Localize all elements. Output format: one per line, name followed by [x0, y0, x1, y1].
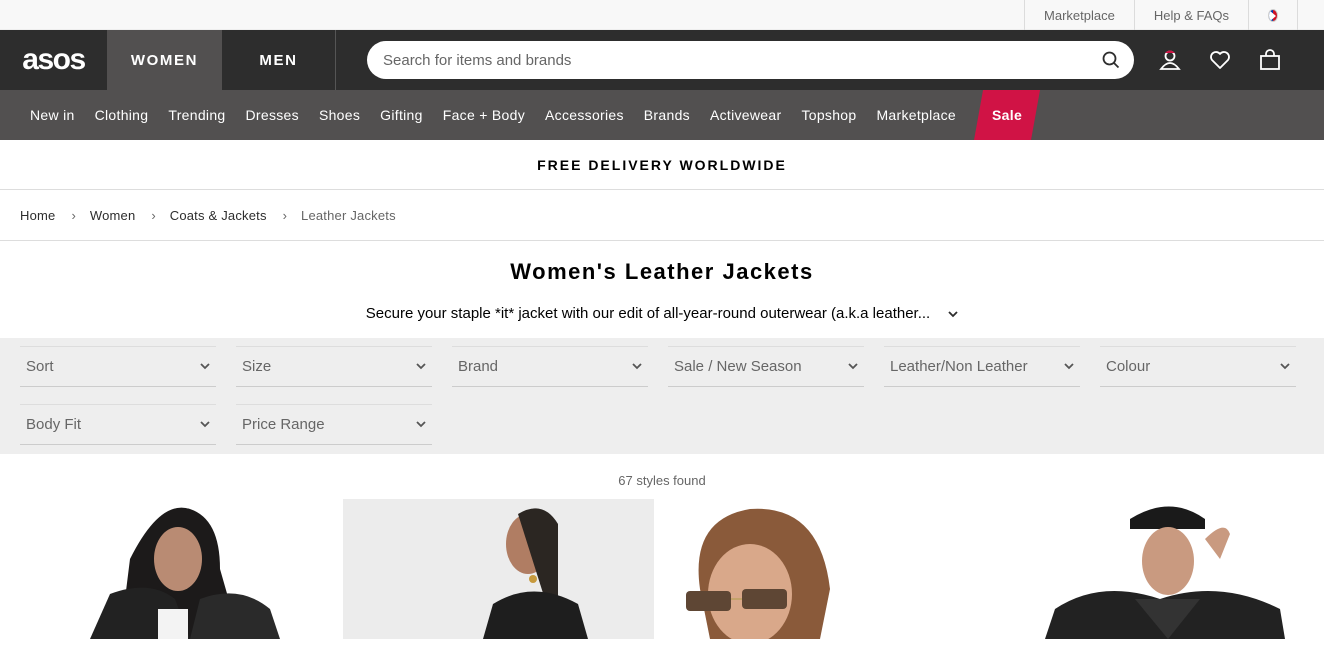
women-tab[interactable]: WOMEN: [107, 30, 222, 90]
filter-label: Leather/Non Leather: [890, 358, 1028, 375]
product-image[interactable]: [70, 499, 310, 639]
nav-sale[interactable]: Sale: [974, 90, 1040, 140]
filter-size[interactable]: Size: [236, 346, 432, 387]
chevron-down-icon: [416, 363, 426, 370]
utility-bar: Marketplace Help & FAQs: [0, 0, 1324, 30]
breadcrumb-home[interactable]: Home: [20, 208, 55, 223]
chevron-right-icon: ›: [71, 207, 76, 223]
chevron-right-icon: ›: [151, 207, 156, 223]
promo-banner[interactable]: FREE DELIVERY WORLDWIDE: [0, 140, 1324, 190]
chevron-down-icon: [848, 363, 858, 370]
account-icon[interactable]: [1156, 46, 1184, 74]
breadcrumb-women[interactable]: Women: [90, 208, 136, 223]
chevron-down-icon: [200, 363, 210, 370]
bag-icon[interactable]: [1256, 46, 1284, 74]
filter-panel: Sort Size Brand Sale / New Season Leathe…: [0, 338, 1324, 454]
search-icon[interactable]: [1102, 51, 1120, 69]
product-image[interactable]: [680, 499, 860, 639]
search-bar: [367, 41, 1134, 79]
chevron-down-icon: [1280, 363, 1290, 370]
chevron-down-icon[interactable]: [948, 305, 958, 322]
chevron-down-icon: [1064, 363, 1074, 370]
nav-shoes[interactable]: Shoes: [309, 90, 370, 140]
filter-label: Price Range: [242, 416, 325, 433]
chevron-down-icon: [200, 421, 210, 428]
filter-sale-new-season[interactable]: Sale / New Season: [668, 346, 864, 387]
nav-activewear[interactable]: Activewear: [700, 90, 791, 140]
filter-label: Body Fit: [26, 416, 82, 433]
chevron-down-icon: [632, 363, 642, 370]
chevron-right-icon: ›: [282, 207, 288, 223]
nav-face-body[interactable]: Face + Body: [433, 90, 535, 140]
help-faqs-link[interactable]: Help & FAQs: [1133, 0, 1248, 30]
filter-price-range[interactable]: Price Range: [236, 404, 432, 445]
filter-brand[interactable]: Brand: [452, 346, 648, 387]
product-image[interactable]: [1040, 499, 1290, 639]
product-image[interactable]: [343, 499, 654, 639]
filter-label: Sort: [26, 358, 54, 375]
chevron-down-icon: [416, 421, 426, 428]
marketplace-link[interactable]: Marketplace: [1024, 0, 1134, 30]
nav-marketplace[interactable]: Marketplace: [866, 90, 966, 140]
search-input[interactable]: [383, 51, 1102, 69]
nav-new-in[interactable]: New in: [20, 90, 85, 140]
filter-colour[interactable]: Colour: [1100, 346, 1296, 387]
results-count: 67 styles found: [618, 473, 706, 488]
asos-logo[interactable]: asos: [0, 30, 107, 90]
nav-brands[interactable]: Brands: [634, 90, 700, 140]
nav-accessories[interactable]: Accessories: [535, 90, 634, 140]
breadcrumb: Home › Women › Coats & Jackets › Leather…: [0, 190, 1324, 241]
description-text: Secure your staple *it* jacket with our …: [365, 304, 931, 322]
nav-clothing[interactable]: Clothing: [85, 90, 159, 140]
country-selector[interactable]: [1248, 0, 1298, 30]
filter-label: Sale / New Season: [674, 358, 802, 375]
page-description[interactable]: Secure your staple *it* jacket with our …: [0, 302, 1324, 324]
product-grid: [0, 499, 1324, 639]
filter-sort[interactable]: Sort: [20, 346, 216, 387]
page-title: Women's Leather Jackets: [510, 259, 814, 284]
category-nav: New in Clothing Trending Dresses Shoes G…: [0, 90, 1324, 140]
filter-label: Size: [242, 358, 272, 375]
filter-body-fit[interactable]: Body Fit: [20, 404, 216, 445]
nav-topshop[interactable]: Topshop: [791, 90, 866, 140]
breadcrumb-coats-jackets[interactable]: Coats & Jackets: [170, 208, 267, 223]
heart-icon[interactable]: [1206, 46, 1234, 74]
men-tab[interactable]: MEN: [222, 30, 336, 90]
nav-dresses[interactable]: Dresses: [236, 90, 309, 140]
filter-label: Colour: [1106, 358, 1151, 375]
breadcrumb-current: Leather Jackets: [301, 207, 396, 223]
nav-trending[interactable]: Trending: [158, 90, 235, 140]
philippines-flag-icon: [1268, 8, 1278, 22]
filter-leather[interactable]: Leather/Non Leather: [884, 346, 1080, 387]
nav-gifting[interactable]: Gifting: [370, 90, 433, 140]
filter-label: Brand: [458, 358, 499, 375]
main-header: asos WOMEN MEN: [0, 30, 1324, 90]
